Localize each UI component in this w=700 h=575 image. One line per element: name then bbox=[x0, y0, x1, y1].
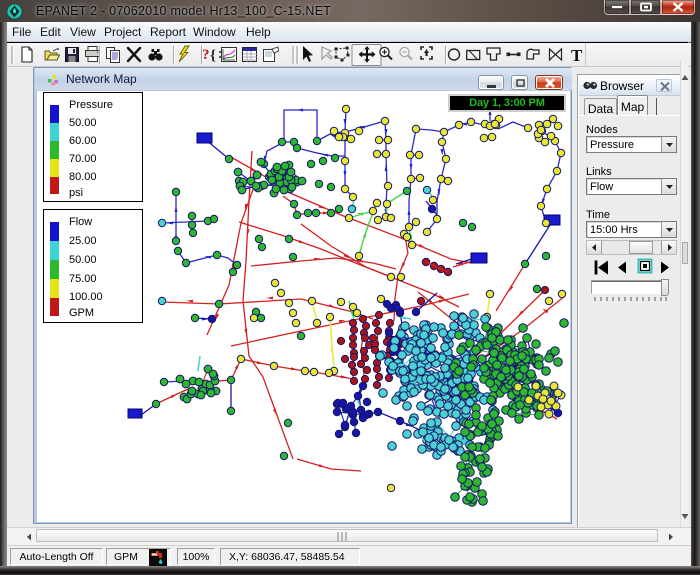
svg-text:T: T bbox=[571, 46, 583, 65]
svg-text:{: { bbox=[210, 48, 216, 64]
svg-text:?: ? bbox=[202, 47, 210, 63]
